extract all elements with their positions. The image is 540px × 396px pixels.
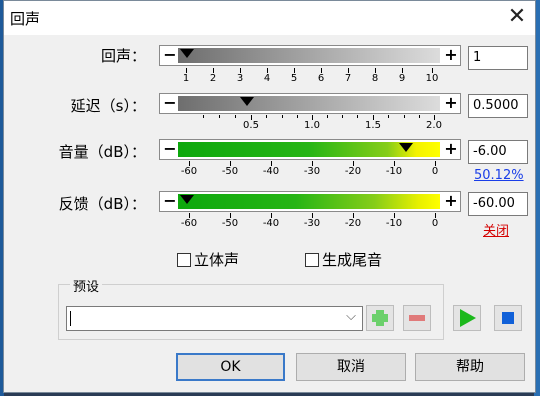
minus-icon <box>409 315 425 321</box>
minor-tick <box>203 115 204 118</box>
volume-label: 音量（dB）： <box>58 143 146 161</box>
feedback-thumb[interactable] <box>180 195 194 204</box>
plus-icon <box>372 310 388 326</box>
minor-tick <box>388 115 389 118</box>
repeats-value-field[interactable]: 1 <box>468 46 528 70</box>
feedback-track[interactable] <box>178 194 440 209</box>
tick-label: -60 <box>180 218 198 229</box>
tick-label: -50 <box>221 218 239 229</box>
tick-label: -40 <box>262 218 280 229</box>
minor-tick <box>404 115 405 118</box>
play-button[interactable] <box>453 305 481 331</box>
tick-label: -30 <box>303 218 321 229</box>
feedback-plus-button[interactable]: + <box>443 192 459 211</box>
stop-icon <box>502 312 514 324</box>
title-bar: 回声 ✕ <box>4 1 535 35</box>
minor-tick <box>357 115 358 118</box>
tick-label: -40 <box>262 166 280 177</box>
preset-combobox[interactable]: ⌵ <box>66 306 363 331</box>
delay-slider[interactable]: − + <box>159 93 461 114</box>
minor-tick <box>266 115 267 118</box>
checkbox-box[interactable] <box>177 253 191 267</box>
remove-preset-button[interactable] <box>403 305 431 331</box>
text-caret <box>70 311 71 326</box>
delay-thumb[interactable] <box>240 97 254 106</box>
repeats-scale: 1 2 3 4 5 6 7 8 9 10 <box>183 68 438 88</box>
stereo-label: 立体声 <box>194 251 240 269</box>
minor-tick <box>219 115 220 118</box>
volume-plus-button[interactable]: + <box>443 140 459 159</box>
tail-checkbox[interactable]: 生成尾音 <box>305 249 382 270</box>
volume-minus-button[interactable]: − <box>162 140 178 159</box>
volume-percent-link[interactable]: 50.12% <box>474 168 524 183</box>
feedback-label: 反馈（dB）： <box>58 195 146 213</box>
minor-tick <box>342 115 343 118</box>
tick-label: 3 <box>236 73 244 84</box>
minor-tick <box>282 115 283 118</box>
tick-label: 8 <box>371 73 379 84</box>
delay-track[interactable] <box>178 96 440 111</box>
delay-scale: 0.5 1.0 1.5 2.0 <box>186 115 442 135</box>
tick-label: -60 <box>180 166 198 177</box>
feedback-scale: -60 -50 -40 -30 -20 -10 0 <box>181 213 438 233</box>
minor-tick <box>327 115 328 118</box>
chevron-down-icon[interactable]: ⌵ <box>346 309 356 324</box>
stop-button[interactable] <box>494 305 522 331</box>
delay-label: 延迟（s）： <box>70 97 146 115</box>
repeats-thumb[interactable] <box>180 49 194 58</box>
volume-thumb[interactable] <box>399 143 413 152</box>
tick-label: 1.0 <box>304 120 320 131</box>
volume-scale: -60 -50 -40 -30 -20 -10 0 <box>181 161 438 181</box>
tick-label: 9 <box>398 73 406 84</box>
tick-label: -10 <box>385 218 403 229</box>
tick-label: 1 <box>182 73 190 84</box>
tick-label: 0.5 <box>243 120 259 131</box>
presets-group-label: 预设 <box>70 276 103 295</box>
tail-label: 生成尾音 <box>322 251 383 269</box>
repeats-minus-button[interactable]: − <box>162 46 178 65</box>
tick-label: -30 <box>303 166 321 177</box>
checkbox-box[interactable] <box>305 253 319 267</box>
tick-label: -20 <box>344 166 362 177</box>
tick-label: 7 <box>344 73 352 84</box>
tick-label: 2.0 <box>426 120 442 131</box>
delay-minus-button[interactable]: − <box>162 94 178 113</box>
tick-label: -10 <box>385 166 403 177</box>
stereo-checkbox[interactable]: 立体声 <box>177 249 239 270</box>
tick-label: 0 <box>431 166 439 177</box>
tick-label: -50 <box>221 166 239 177</box>
tick-label: 6 <box>317 73 325 84</box>
volume-slider[interactable]: − + <box>159 139 461 160</box>
tick-label: -20 <box>344 218 362 229</box>
minor-tick <box>297 115 298 118</box>
delay-value-field[interactable]: 0.5000 <box>468 94 528 118</box>
feedback-value-field[interactable]: -60.00 <box>468 192 528 216</box>
tick-label: 4 <box>263 73 271 84</box>
close-icon[interactable]: ✕ <box>504 6 530 30</box>
add-preset-button[interactable] <box>366 305 394 331</box>
feedback-off-link[interactable]: 关闭 <box>483 220 509 239</box>
repeats-slider[interactable]: − + <box>159 45 461 66</box>
repeats-plus-button[interactable]: + <box>443 46 459 65</box>
help-button[interactable]: 帮助 <box>415 353 525 381</box>
feedback-slider[interactable]: − + <box>159 191 461 212</box>
play-icon <box>460 309 476 327</box>
minor-tick <box>235 115 236 118</box>
tick-label: 5 <box>290 73 298 84</box>
repeats-track[interactable] <box>178 48 440 63</box>
cancel-button[interactable]: 取消 <box>296 353 406 381</box>
window-title: 回声 <box>10 10 41 28</box>
repeats-label: 回声： <box>100 47 146 65</box>
tick-label: 2 <box>209 73 217 84</box>
tick-label: 10 <box>425 73 439 84</box>
delay-plus-button[interactable]: + <box>443 94 459 113</box>
volume-value-field[interactable]: -6.00 <box>468 140 528 164</box>
minor-tick <box>419 115 420 118</box>
feedback-minus-button[interactable]: − <box>162 192 178 211</box>
tick-label: 1.5 <box>365 120 381 131</box>
ok-button[interactable]: OK <box>176 353 285 381</box>
tick-label: 0 <box>431 218 439 229</box>
echo-dialog: 回声 ✕ 回声： − + 1 2 3 4 5 6 7 8 9 10 1 延迟（s… <box>3 0 536 393</box>
